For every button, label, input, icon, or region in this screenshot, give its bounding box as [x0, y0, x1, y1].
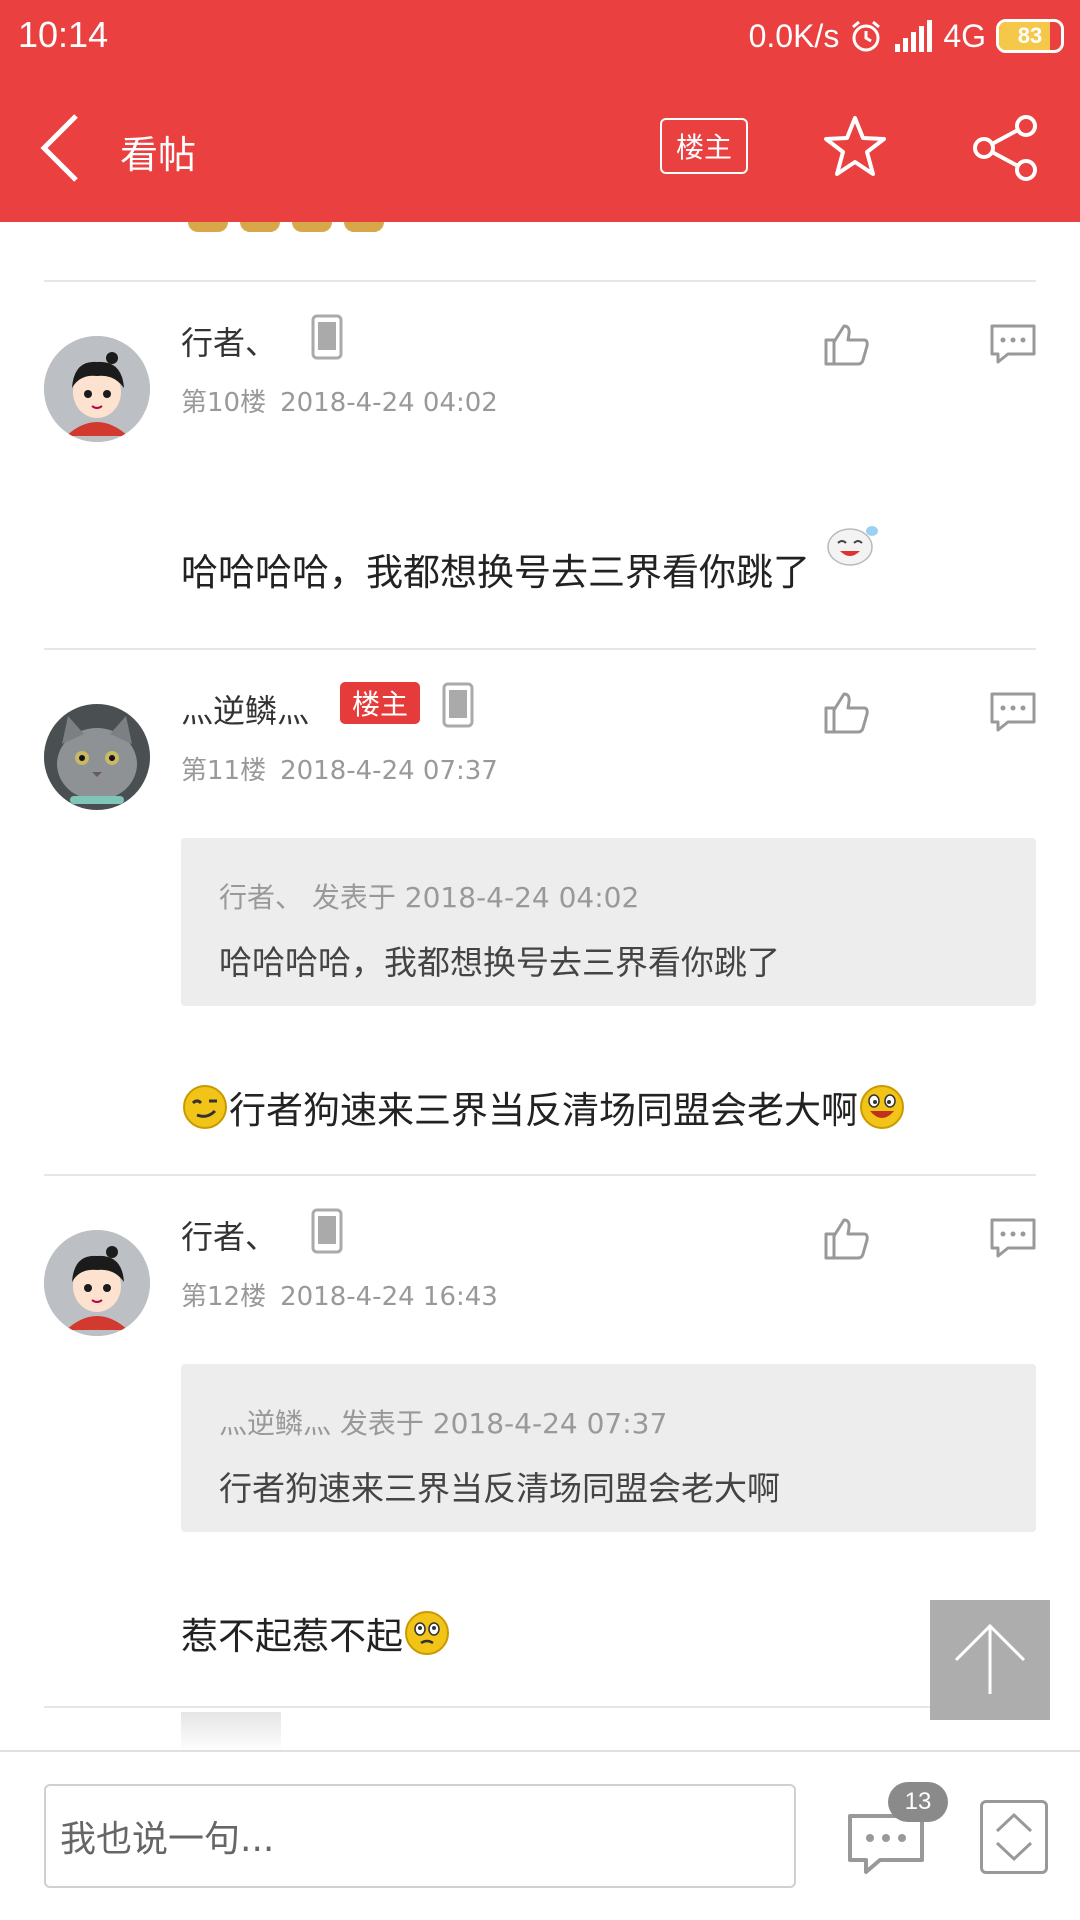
avatar[interactable]	[44, 1230, 150, 1336]
cartoon-boy-avatar-icon	[44, 336, 150, 442]
floor-number: 第11楼	[181, 756, 267, 786]
grin-face-icon	[860, 1085, 904, 1129]
partial-emoji-row	[188, 222, 384, 232]
network-type: 4G	[943, 17, 986, 54]
post-body: 惹不起惹不起	[181, 1606, 451, 1660]
quote-text: 行者狗速来三界当反清场同盟会老大啊	[219, 1469, 780, 1508]
mobile-phone-icon	[442, 682, 474, 728]
status-indicators: 0.0K/s 4G 83	[749, 14, 1064, 58]
reply-icon[interactable]	[988, 1216, 1038, 1260]
sweat-face-icon	[405, 1611, 449, 1655]
post-date: 2018-4-24 16:43	[280, 1282, 498, 1312]
thumbs-up-icon[interactable]	[822, 320, 870, 368]
emoji-icon	[188, 222, 228, 232]
bottom-bar: 我也说一句... 13	[0, 1750, 1080, 1920]
smirk-face-icon	[183, 1085, 227, 1129]
avatar[interactable]	[44, 704, 150, 810]
scroll-to-top-button[interactable]	[930, 1600, 1050, 1720]
thumbs-up-icon[interactable]	[822, 1214, 870, 1262]
divider	[44, 648, 1036, 650]
post-content[interactable]: 行者、 第10楼 2018-4-24 04:02 哈哈哈哈，我都想换号去三界看你跳…	[0, 222, 1080, 1750]
mobile-phone-icon	[311, 1208, 343, 1254]
status-bar: 10:14 0.0K/s 4G 83	[0, 0, 1080, 74]
up-down-arrows-icon	[995, 1812, 1033, 1862]
alarm-icon	[852, 20, 881, 52]
post-text: 行者狗速来三界当反清场同盟会老大啊	[229, 1089, 858, 1132]
post-date: 2018-4-24 07:37	[280, 756, 498, 786]
emoji-icon	[240, 222, 280, 232]
arrow-up-icon	[954, 1623, 1026, 1694]
floor-meta: 第11楼 2018-4-24 07:37	[181, 750, 498, 787]
quote-text: 哈哈哈哈，我都想换号去三界看你跳了	[219, 943, 780, 982]
signal-icon	[895, 20, 933, 52]
post-body: 行者狗速来三界当反清场同盟会老大啊	[181, 1080, 906, 1134]
back-icon[interactable]	[36, 110, 86, 186]
quote-meta: 灬逆鳞灬 发表于 2018-4-24 07:37	[219, 1407, 668, 1440]
gray-cat-avatar-icon	[44, 704, 150, 810]
host-badge: 楼主	[340, 682, 420, 724]
avatar[interactable]	[44, 336, 150, 442]
emoji-icon	[292, 222, 332, 232]
thumbs-up-icon[interactable]	[822, 688, 870, 736]
post-text: 哈哈哈哈，我都想换号去三界看你跳了	[181, 551, 810, 594]
partial-author	[181, 1712, 281, 1750]
page-nav-button[interactable]	[980, 1800, 1048, 1874]
divider	[44, 280, 1036, 282]
floor-number: 第12楼	[181, 1282, 267, 1312]
comment-count-badge: 13	[888, 1782, 948, 1822]
emoji-icon	[344, 222, 384, 232]
divider	[44, 1174, 1036, 1176]
divider	[44, 1706, 1036, 1708]
floor-meta: 第12楼 2018-4-24 16:43	[181, 1276, 498, 1313]
author-name[interactable]: 行者、	[181, 318, 277, 364]
star-icon[interactable]	[822, 114, 888, 180]
floor-number: 第10楼	[181, 388, 267, 418]
battery-level: 83	[1017, 23, 1043, 48]
cartoon-boy-avatar-icon	[44, 1230, 150, 1336]
only-host-button[interactable]: 楼主	[660, 118, 748, 174]
post-body: 哈哈哈哈，我都想换号去三界看你跳了	[181, 526, 882, 596]
reply-icon[interactable]	[988, 322, 1038, 366]
post-date: 2018-4-24 04:02	[280, 388, 498, 418]
comment-input[interactable]: 我也说一句...	[44, 1784, 796, 1888]
post-text: 惹不起惹不起	[181, 1615, 403, 1658]
network-speed: 0.0K/s	[748, 17, 840, 54]
author-name[interactable]: 灬逆鳞灬	[181, 686, 309, 732]
share-icon[interactable]	[970, 114, 1040, 182]
quote-box: 行者、 发表于 2018-4-24 04:02 哈哈哈哈，我都想换号去三界看你跳…	[181, 838, 1036, 1006]
mobile-phone-icon	[311, 314, 343, 360]
app-header: 看帖 楼主	[0, 74, 1080, 222]
page-title: 看帖	[120, 133, 197, 177]
reply-icon[interactable]	[988, 690, 1038, 734]
floor-meta: 第10楼 2018-4-24 04:02	[181, 382, 498, 419]
status-time: 10:14	[18, 14, 109, 55]
battery-icon: 83	[996, 19, 1064, 53]
quote-meta: 行者、 发表于 2018-4-24 04:02	[219, 881, 640, 914]
laughing-face-icon	[827, 526, 878, 566]
author-name[interactable]: 行者、	[181, 1212, 277, 1258]
quote-box: 灬逆鳞灬 发表于 2018-4-24 07:37 行者狗速来三界当反清场同盟会老…	[181, 1364, 1036, 1532]
